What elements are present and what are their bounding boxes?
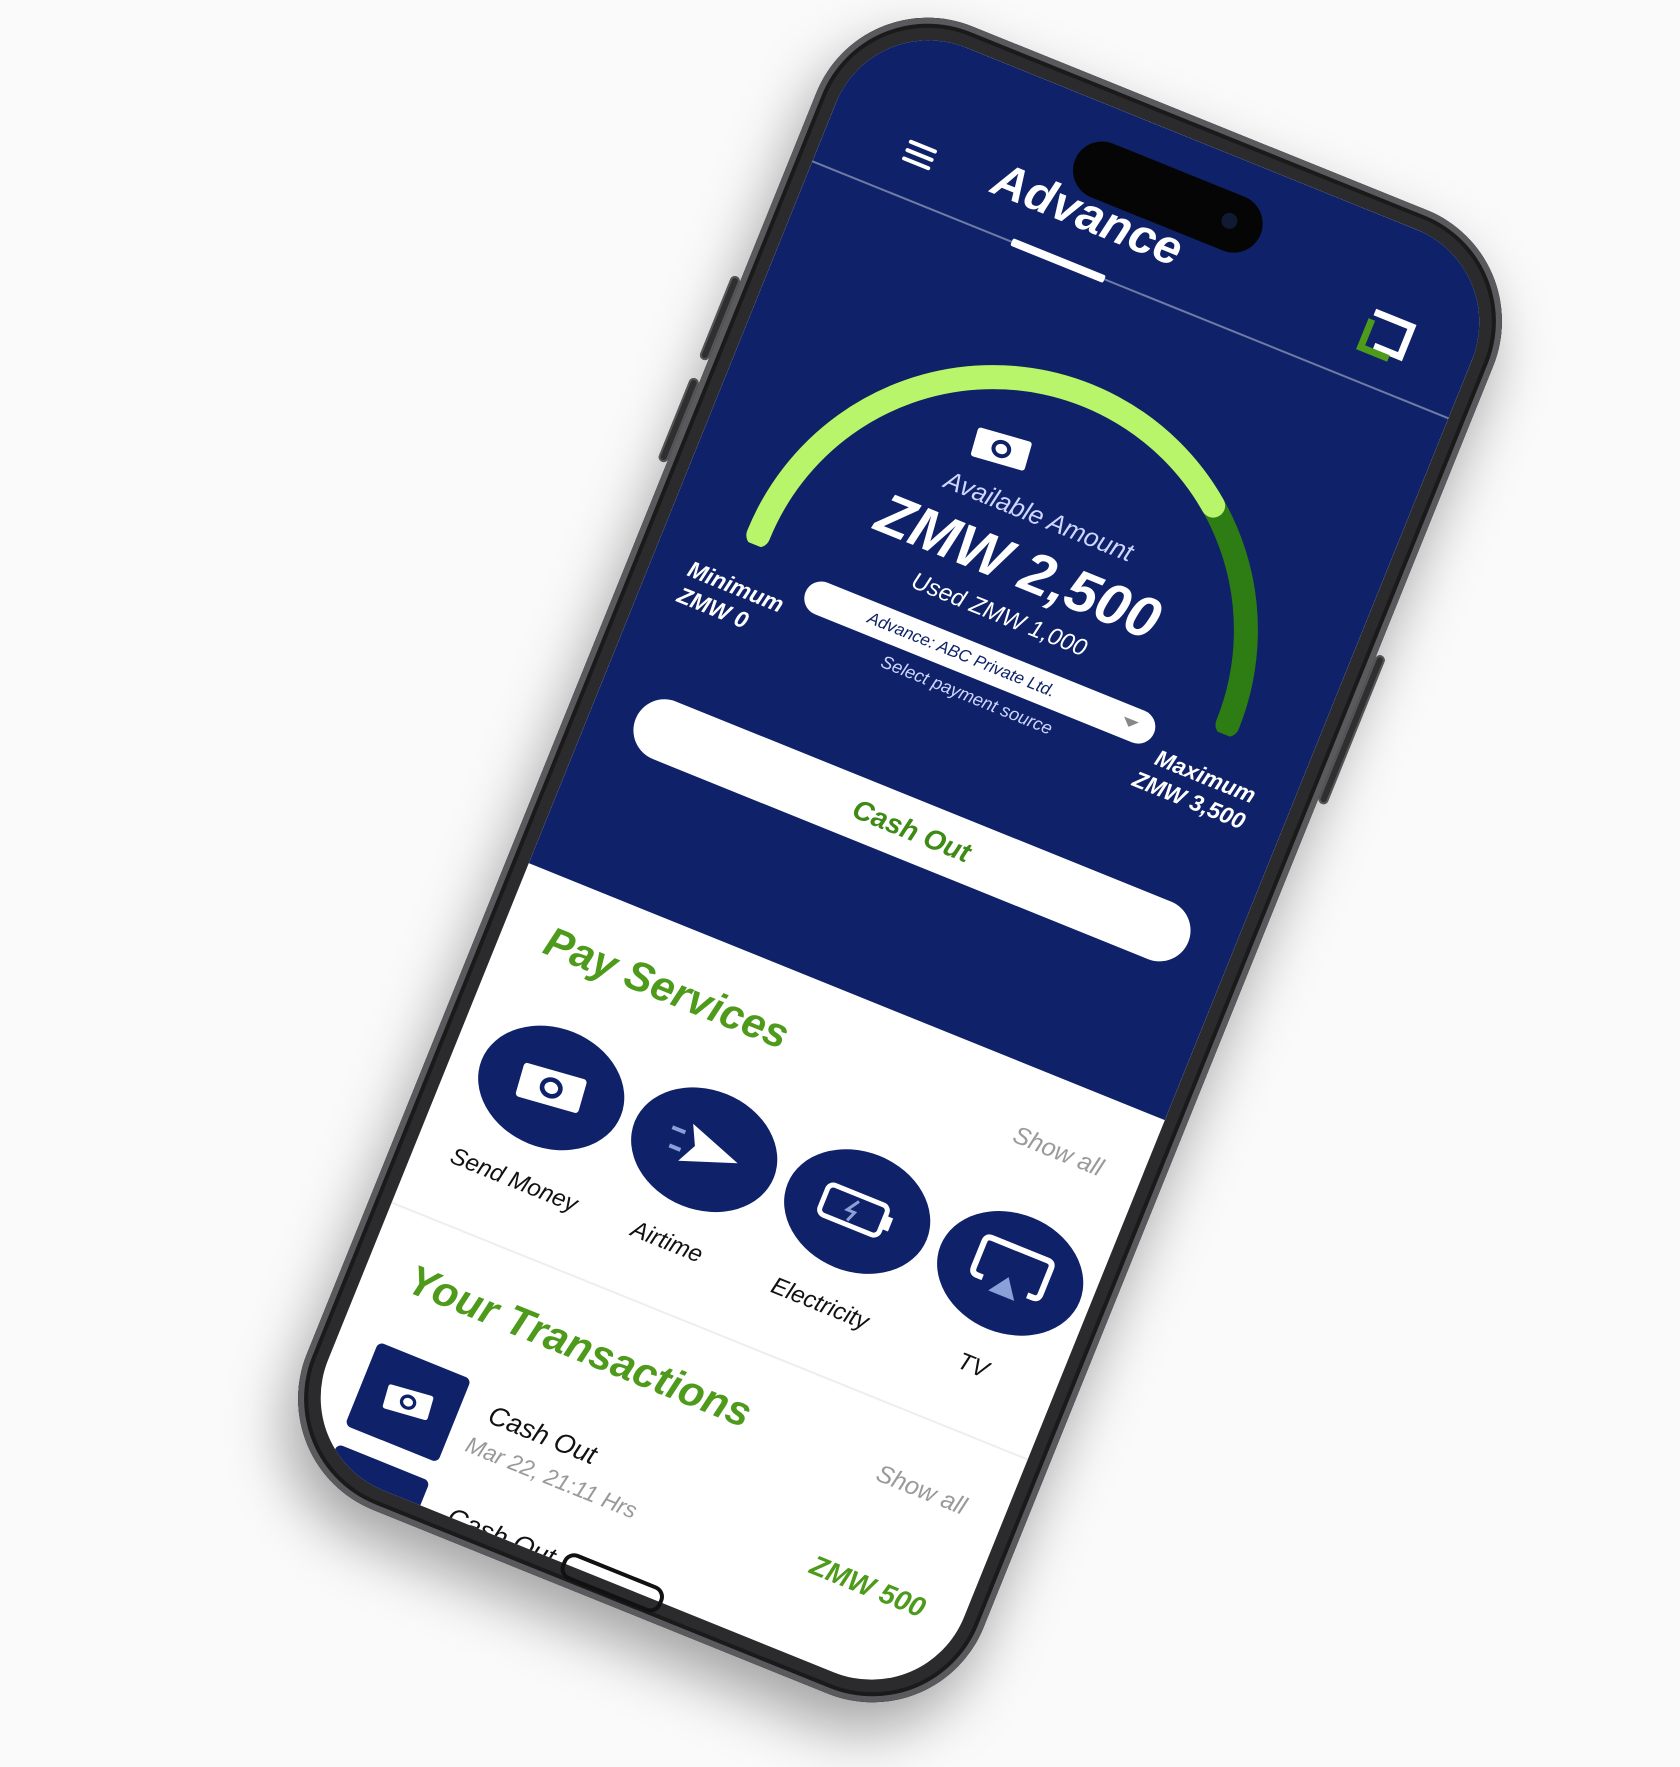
service-label: Airtime xyxy=(627,1215,707,1269)
scene: Advance Available Amount ZMW 2,500 Used … xyxy=(0,0,1680,1767)
gauge-maximum: Maximum ZMW 3,500 xyxy=(1129,739,1260,835)
gauge-minimum: Minimum ZMW 0 xyxy=(673,555,788,645)
battery-icon xyxy=(817,1182,894,1238)
send-icon xyxy=(668,1123,738,1164)
money-icon xyxy=(382,1384,434,1421)
pay-services-show-all-link[interactable]: Show all xyxy=(1009,1121,1107,1183)
advance-panel: Advance Available Amount ZMW 2,500 Used … xyxy=(528,10,1510,1121)
transactions-show-all-link[interactable]: Show all xyxy=(872,1459,970,1521)
tv-icon xyxy=(970,1234,1055,1302)
service-circle xyxy=(459,1004,644,1172)
camera xyxy=(1218,210,1240,232)
service-circle xyxy=(765,1127,950,1296)
screen: Advance Available Amount ZMW 2,500 Used … xyxy=(290,10,1510,1710)
money-icon xyxy=(515,1062,587,1113)
service-label: Send Money xyxy=(446,1142,582,1218)
hamburger-menu-icon[interactable] xyxy=(884,120,954,190)
service-circle xyxy=(612,1066,797,1234)
service-circle xyxy=(918,1189,1103,1358)
phone: Advance Available Amount ZMW 2,500 Used … xyxy=(261,0,1539,1739)
transaction-icon xyxy=(344,1341,472,1463)
service-label: TV xyxy=(953,1347,993,1384)
transaction-amount: ZMW 500 xyxy=(805,1549,930,1624)
chevron-down-icon xyxy=(1121,716,1139,730)
service-label: Electricity xyxy=(767,1272,873,1336)
brand-logo-icon[interactable] xyxy=(1352,302,1422,372)
